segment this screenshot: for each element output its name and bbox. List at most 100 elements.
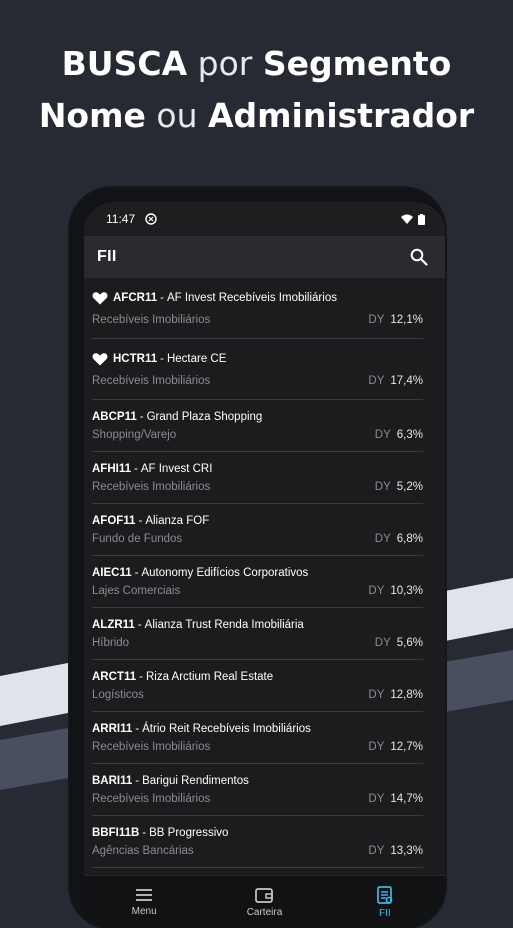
dy-label: DY [368, 314, 385, 326]
fund-details: Híbrido DY 5,6% [92, 637, 423, 649]
fund-ticker: HCTR11 [113, 353, 158, 365]
dividend-yield: DY 10,3% [368, 585, 423, 597]
headline-word: Administrador [207, 96, 475, 135]
app-bar: FII [84, 236, 445, 278]
fund-ticker: BBFI11B [92, 827, 140, 839]
fund-title: BARI11 - Barigui Rendimentos [92, 775, 249, 787]
dy-value: 5,6% [396, 637, 423, 649]
separator: - [137, 619, 142, 631]
wallet-icon [254, 886, 274, 907]
fund-ticker: ALZR11 [92, 619, 135, 631]
fund-title: AFCR11 - AF Invest Recebíveis Imobiliári… [92, 291, 337, 305]
fund-title: AFOF11 - Alianza FOF [92, 515, 209, 527]
dy-value: 12,8% [390, 689, 423, 701]
list-item[interactable]: AFCR11 - AF Invest Recebíveis Imobiliári… [92, 278, 423, 339]
fund-name: Alianza FOF [145, 515, 210, 527]
document-icon [375, 885, 395, 908]
fund-name: Alianza Trust Renda Imobiliária [144, 619, 304, 631]
dividend-yield: DY 6,3% [375, 429, 423, 441]
dy-label: DY [374, 481, 391, 493]
dy-value: 12,7% [390, 741, 423, 753]
dy-label: DY [368, 585, 385, 597]
fund-ticker: ABCP11 [92, 411, 137, 423]
list-item[interactable]: ARCT11 - Riza Arctium Real Estate Logíst… [92, 660, 423, 712]
headline-word: BUSCA [61, 44, 188, 83]
dy-label: DY [368, 793, 385, 805]
nav-label: Carteira [246, 907, 283, 918]
fund-ticker: AFOF11 [92, 515, 136, 527]
headline-word: ou [156, 96, 198, 135]
nav-item-menu[interactable]: Menu [89, 887, 199, 917]
heart-icon[interactable] [92, 352, 108, 366]
promo-headline: BUSCA por Segmento Nome ou Administrador [0, 38, 513, 142]
list-item[interactable]: BBFI11B - BB Progressivo Agências Bancár… [92, 816, 423, 868]
dy-label: DY [374, 429, 391, 441]
fund-details: Recebíveis Imobiliários DY 14,7% [92, 793, 423, 805]
dividend-yield: DY 6,8% [375, 533, 423, 545]
separator: - [160, 353, 164, 365]
separator: - [138, 515, 143, 527]
fund-title: AFHI11 - AF Invest CRI [92, 463, 212, 475]
battery-icon [418, 213, 425, 225]
separator: - [135, 775, 140, 787]
fund-title: BBFI11B - BB Progressivo [92, 827, 228, 839]
list-item[interactable]: AFOF11 - Alianza FOF Fundo de Fundos DY 6… [92, 504, 423, 556]
separator: - [134, 463, 138, 475]
list-item[interactable]: AFHI11 - AF Invest CRI Recebíveis Imobil… [92, 452, 423, 504]
list-item[interactable]: ABCP11 - Grand Plaza Shopping Shopping/V… [92, 400, 423, 452]
separator: - [139, 411, 144, 423]
dy-label: DY [374, 637, 391, 649]
fund-segment: Fundo de Fundos [92, 533, 183, 545]
list-item[interactable]: BARI11 - Barigui Rendimentos Recebíveis … [92, 764, 423, 816]
fund-details: Shopping/Varejo DY 6,3% [92, 429, 423, 441]
fund-segment: Shopping/Varejo [92, 429, 177, 441]
fund-ticker: AFHI11 [92, 463, 131, 475]
fund-ticker: AIEC11 [92, 567, 132, 579]
list-item[interactable]: ALZR11 - Alianza Trust Renda Imobiliária… [92, 608, 423, 660]
bottom-navigation: Menu Carteira FII [84, 875, 445, 928]
fund-details: Agências Bancárias DY 13,3% [92, 845, 423, 857]
notification-icon [145, 213, 157, 225]
fund-list: AFCR11 - AF Invest Recebíveis Imobiliári… [84, 278, 445, 868]
fund-details: Logísticos DY 12,8% [92, 689, 423, 701]
fund-title: ABCP11 - Grand Plaza Shopping [92, 411, 262, 423]
dividend-yield: DY 14,7% [368, 793, 423, 805]
dividend-yield: DY 12,8% [368, 689, 423, 701]
dividend-yield: DY 5,2% [375, 481, 423, 493]
headline-word: Segmento [262, 44, 452, 83]
fund-name: Riza Arctium Real Estate [145, 671, 274, 683]
fund-name: Hectare CE [166, 353, 227, 365]
dy-value: 5,2% [396, 481, 423, 493]
fund-name: AF Invest Recebíveis Imobiliários [166, 292, 337, 304]
list-item[interactable]: AIEC11 - Autonomy Edifícios Corporativos… [92, 556, 423, 608]
status-time: 11:47 [106, 212, 136, 226]
list-item[interactable]: HCTR11 - Hectare CE Recebíveis Imobiliár… [92, 339, 423, 400]
fund-segment: Lajes Comerciais [92, 585, 181, 597]
fund-title: ARRI11 - Átrio Reit Recebíveis Imobiliár… [92, 723, 311, 735]
fund-details: Recebíveis Imobiliários DY 17,4% [92, 375, 423, 387]
fund-details: Recebíveis Imobiliários DY 12,1% [92, 314, 423, 326]
nav-item-fii[interactable]: FII [330, 885, 440, 919]
page-title: FII [97, 248, 117, 265]
fund-segment: Recebíveis Imobiliários [92, 741, 211, 753]
nav-item-carteira[interactable]: Carteira [209, 886, 319, 918]
separator: - [160, 292, 164, 304]
fund-name: Grand Plaza Shopping [146, 411, 263, 423]
list-item[interactable]: ARRI11 - Átrio Reit Recebíveis Imobiliár… [92, 712, 423, 764]
fund-name: Átrio Reit Recebíveis Imobiliários [142, 723, 311, 735]
fund-ticker: BARI11 [92, 775, 133, 787]
dividend-yield: DY 13,3% [368, 845, 423, 857]
heart-icon[interactable] [92, 291, 108, 305]
dividend-yield: DY 12,7% [368, 741, 423, 753]
separator: - [142, 827, 147, 839]
separator: - [135, 723, 140, 735]
search-button[interactable] [407, 245, 431, 269]
fund-name: BB Progressivo [149, 827, 229, 839]
nav-label: FII [378, 908, 391, 919]
fund-title: HCTR11 - Hectare CE [92, 352, 226, 366]
fund-name: Autonomy Edifícios Corporativos [141, 567, 309, 579]
dividend-yield: DY 17,4% [368, 375, 423, 387]
fund-ticker: ARCT11 [92, 671, 137, 683]
fund-details: Recebíveis Imobiliários DY 5,2% [92, 481, 423, 493]
fund-ticker: ARRI11 [92, 723, 133, 735]
